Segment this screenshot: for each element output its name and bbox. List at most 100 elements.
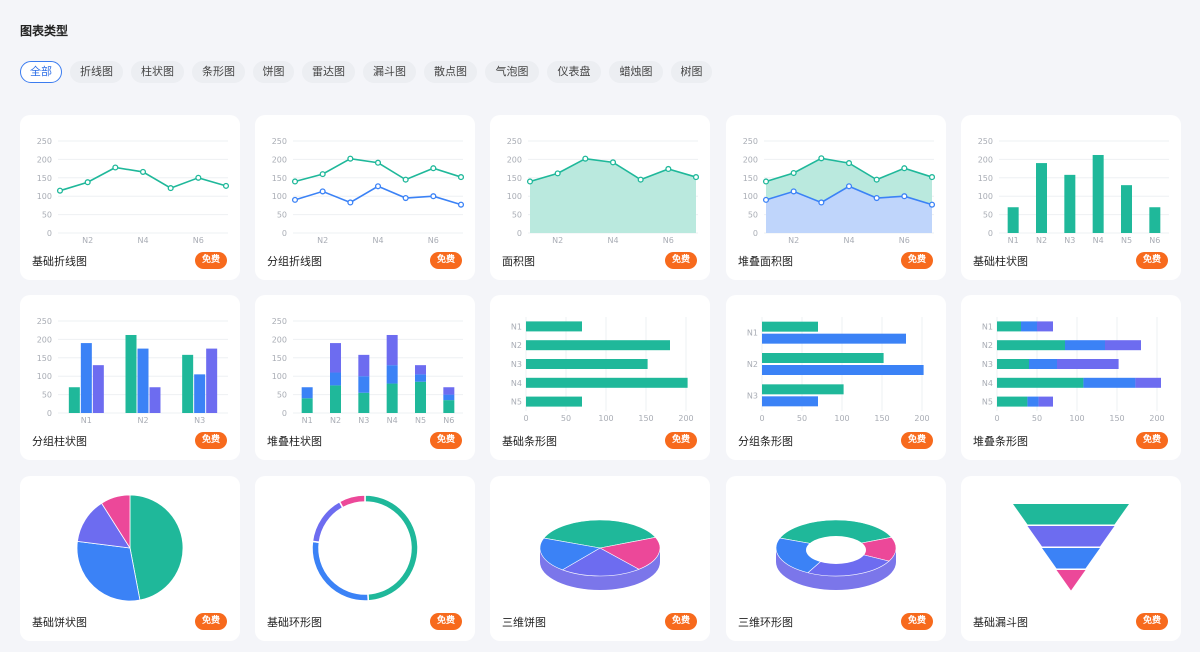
- chip-line[interactable]: 折线图: [70, 61, 123, 83]
- data-point: [845, 183, 853, 190]
- y-tick-label: N5: [511, 398, 522, 407]
- chart-thumbnail: 0 50 100 150 200 250 N2 N4 N6: [507, 137, 700, 245]
- chip-bar[interactable]: 条形图: [192, 61, 245, 83]
- data-point: [291, 178, 299, 185]
- bar-segment: [997, 359, 1029, 369]
- chip-all[interactable]: 全部: [20, 61, 62, 83]
- card-title: 基础漏斗图: [973, 616, 1028, 629]
- bar-segment: [330, 372, 341, 386]
- data-point: [873, 176, 880, 183]
- data-point: [928, 174, 936, 181]
- x-tick-label: N2: [552, 236, 563, 245]
- y-tick-label: N2: [982, 341, 993, 350]
- chip-column[interactable]: 柱状图: [131, 61, 184, 83]
- free-badge: 免费: [195, 252, 227, 269]
- x-tick-label: N6: [428, 236, 439, 245]
- y-tick-label: N2: [747, 360, 758, 369]
- chart-card[interactable]: 0 50 100 150 200 250 N2 N4 N6 分组折线图 免费: [255, 115, 475, 280]
- data-point: [319, 171, 326, 178]
- bar: [762, 365, 924, 375]
- x-tick-label: N2: [82, 236, 93, 245]
- bar-segment: [358, 354, 370, 377]
- y-tick-label: N1: [511, 322, 522, 331]
- chip-scatter[interactable]: 散点图: [424, 61, 477, 83]
- y-tick-label: 150: [272, 354, 287, 363]
- chart-card[interactable]: 0 50 100 150 200 N1 N2 N3 N4 N5 堆叠条形图 免费: [961, 295, 1181, 460]
- x-tick-label: N4: [843, 236, 854, 245]
- free-badge: 免费: [1136, 432, 1168, 449]
- free-badge: 免费: [901, 613, 933, 630]
- y-tick-label: 100: [978, 192, 993, 201]
- y-tick-label: 0: [988, 229, 993, 238]
- bar: [1036, 163, 1047, 233]
- bar-segment: [386, 334, 398, 366]
- y-tick-label: 50: [277, 211, 287, 220]
- y-tick-label: 150: [37, 354, 52, 363]
- chip-treemap[interactable]: 树图: [671, 61, 712, 83]
- y-tick-label: N1: [747, 329, 758, 338]
- free-badge: 免费: [665, 252, 697, 269]
- chart-card[interactable]: 基础环形图 免费: [255, 476, 475, 641]
- funnel-segment: [1056, 570, 1086, 591]
- x-tick-label: N1: [302, 416, 313, 425]
- chart-card[interactable]: 0 50 100 150 200 250 N1 N2 N3 N4 N5 N6 堆叠柱状图 免费: [255, 295, 475, 460]
- data-point: [526, 178, 534, 185]
- chart-card[interactable]: 基础饼状图 免费: [20, 476, 240, 641]
- bar-segment: [386, 383, 398, 413]
- donut-hole: [806, 536, 866, 564]
- y-tick-label: 50: [277, 391, 287, 400]
- chip-gauge[interactable]: 仪表盘: [547, 61, 601, 83]
- y-tick-label: 0: [517, 229, 522, 238]
- chart-card[interactable]: 0 50 100 150 200 250 N2 N4 N6 面积图 免费: [490, 115, 710, 280]
- bar-segment: [443, 400, 455, 413]
- y-tick-label: 150: [37, 174, 52, 183]
- x-tick-label: N5: [415, 416, 426, 425]
- x-tick-label: N4: [137, 236, 148, 245]
- pie-slice: [129, 494, 184, 601]
- bar-segment: [1021, 321, 1037, 332]
- chart-card[interactable]: 0 50 100 150 200 250 N1 N2 N3 分组柱状图 免费: [20, 295, 240, 460]
- y-tick-label: 250: [978, 137, 993, 146]
- y-tick-label: 150: [272, 174, 287, 183]
- chip-pie[interactable]: 饼图: [253, 61, 294, 83]
- card-title: 基础饼状图: [32, 616, 87, 629]
- bar-segment: [1037, 321, 1053, 332]
- bar: [526, 359, 648, 369]
- data-point: [374, 159, 382, 166]
- x-tick-label: 200: [678, 414, 693, 423]
- bar: [182, 354, 194, 413]
- chart-card[interactable]: 0 50 100 150 200 250 N2 N4 N6 堆叠面积图 免费: [726, 115, 946, 280]
- chip-radar[interactable]: 雷达图: [302, 61, 355, 83]
- y-tick-label: 0: [47, 229, 52, 238]
- data-point: [195, 174, 202, 181]
- y-tick-label: 150: [978, 174, 993, 183]
- free-badge: 免费: [665, 432, 697, 449]
- chart-card[interactable]: 0 50 100 150 200 N1 N2 N3 分组条形图 免费: [726, 295, 946, 460]
- bar-segment: [1105, 340, 1141, 351]
- x-tick-label: 0: [994, 414, 999, 423]
- pie-slice: [76, 540, 141, 602]
- chart-card[interactable]: 0 50 100 150 200 250 N1 N2 N3 N4 N5 N6 基础柱状图 免费: [961, 115, 1181, 280]
- free-badge: 免费: [901, 432, 933, 449]
- x-tick-label: 100: [598, 414, 613, 423]
- chart-card[interactable]: 0 50 100 150 200 250 N2 N4 N6 基础折线图 免费: [20, 115, 240, 280]
- y-tick-label: 250: [37, 137, 52, 146]
- pie-slice: [338, 494, 366, 509]
- free-badge: 免费: [901, 252, 933, 269]
- chip-candlestick[interactable]: 蜡烛图: [609, 61, 663, 83]
- data-point: [112, 164, 119, 171]
- y-tick-label: 50: [42, 211, 52, 220]
- chart-thumbnail: 0 50 100 150 200 250 N1 N2 N3 N4 N5 N6: [272, 317, 463, 425]
- bar: [1121, 185, 1132, 233]
- y-tick-label: N2: [511, 341, 522, 350]
- chip-bubble[interactable]: 气泡图: [485, 61, 539, 83]
- chart-card[interactable]: 三维饼图 免费: [490, 476, 710, 641]
- chart-card[interactable]: 基础漏斗图 免费: [961, 476, 1181, 641]
- chart-thumbnail: 0 50 100 150 200 250 N1 N2 N3 N4 N5 N6: [978, 137, 1169, 245]
- chart-thumbnail: [311, 494, 419, 602]
- card-title: 三维饼图: [502, 616, 546, 629]
- x-tick-label: N4: [1093, 236, 1104, 245]
- chip-funnel[interactable]: 漏斗图: [363, 61, 416, 83]
- chart-card[interactable]: 三维环形图 免费: [726, 476, 946, 641]
- chart-card[interactable]: 0 50 100 150 200 N1 N2 N3 N4 N5 基础条形图 免费: [490, 295, 710, 460]
